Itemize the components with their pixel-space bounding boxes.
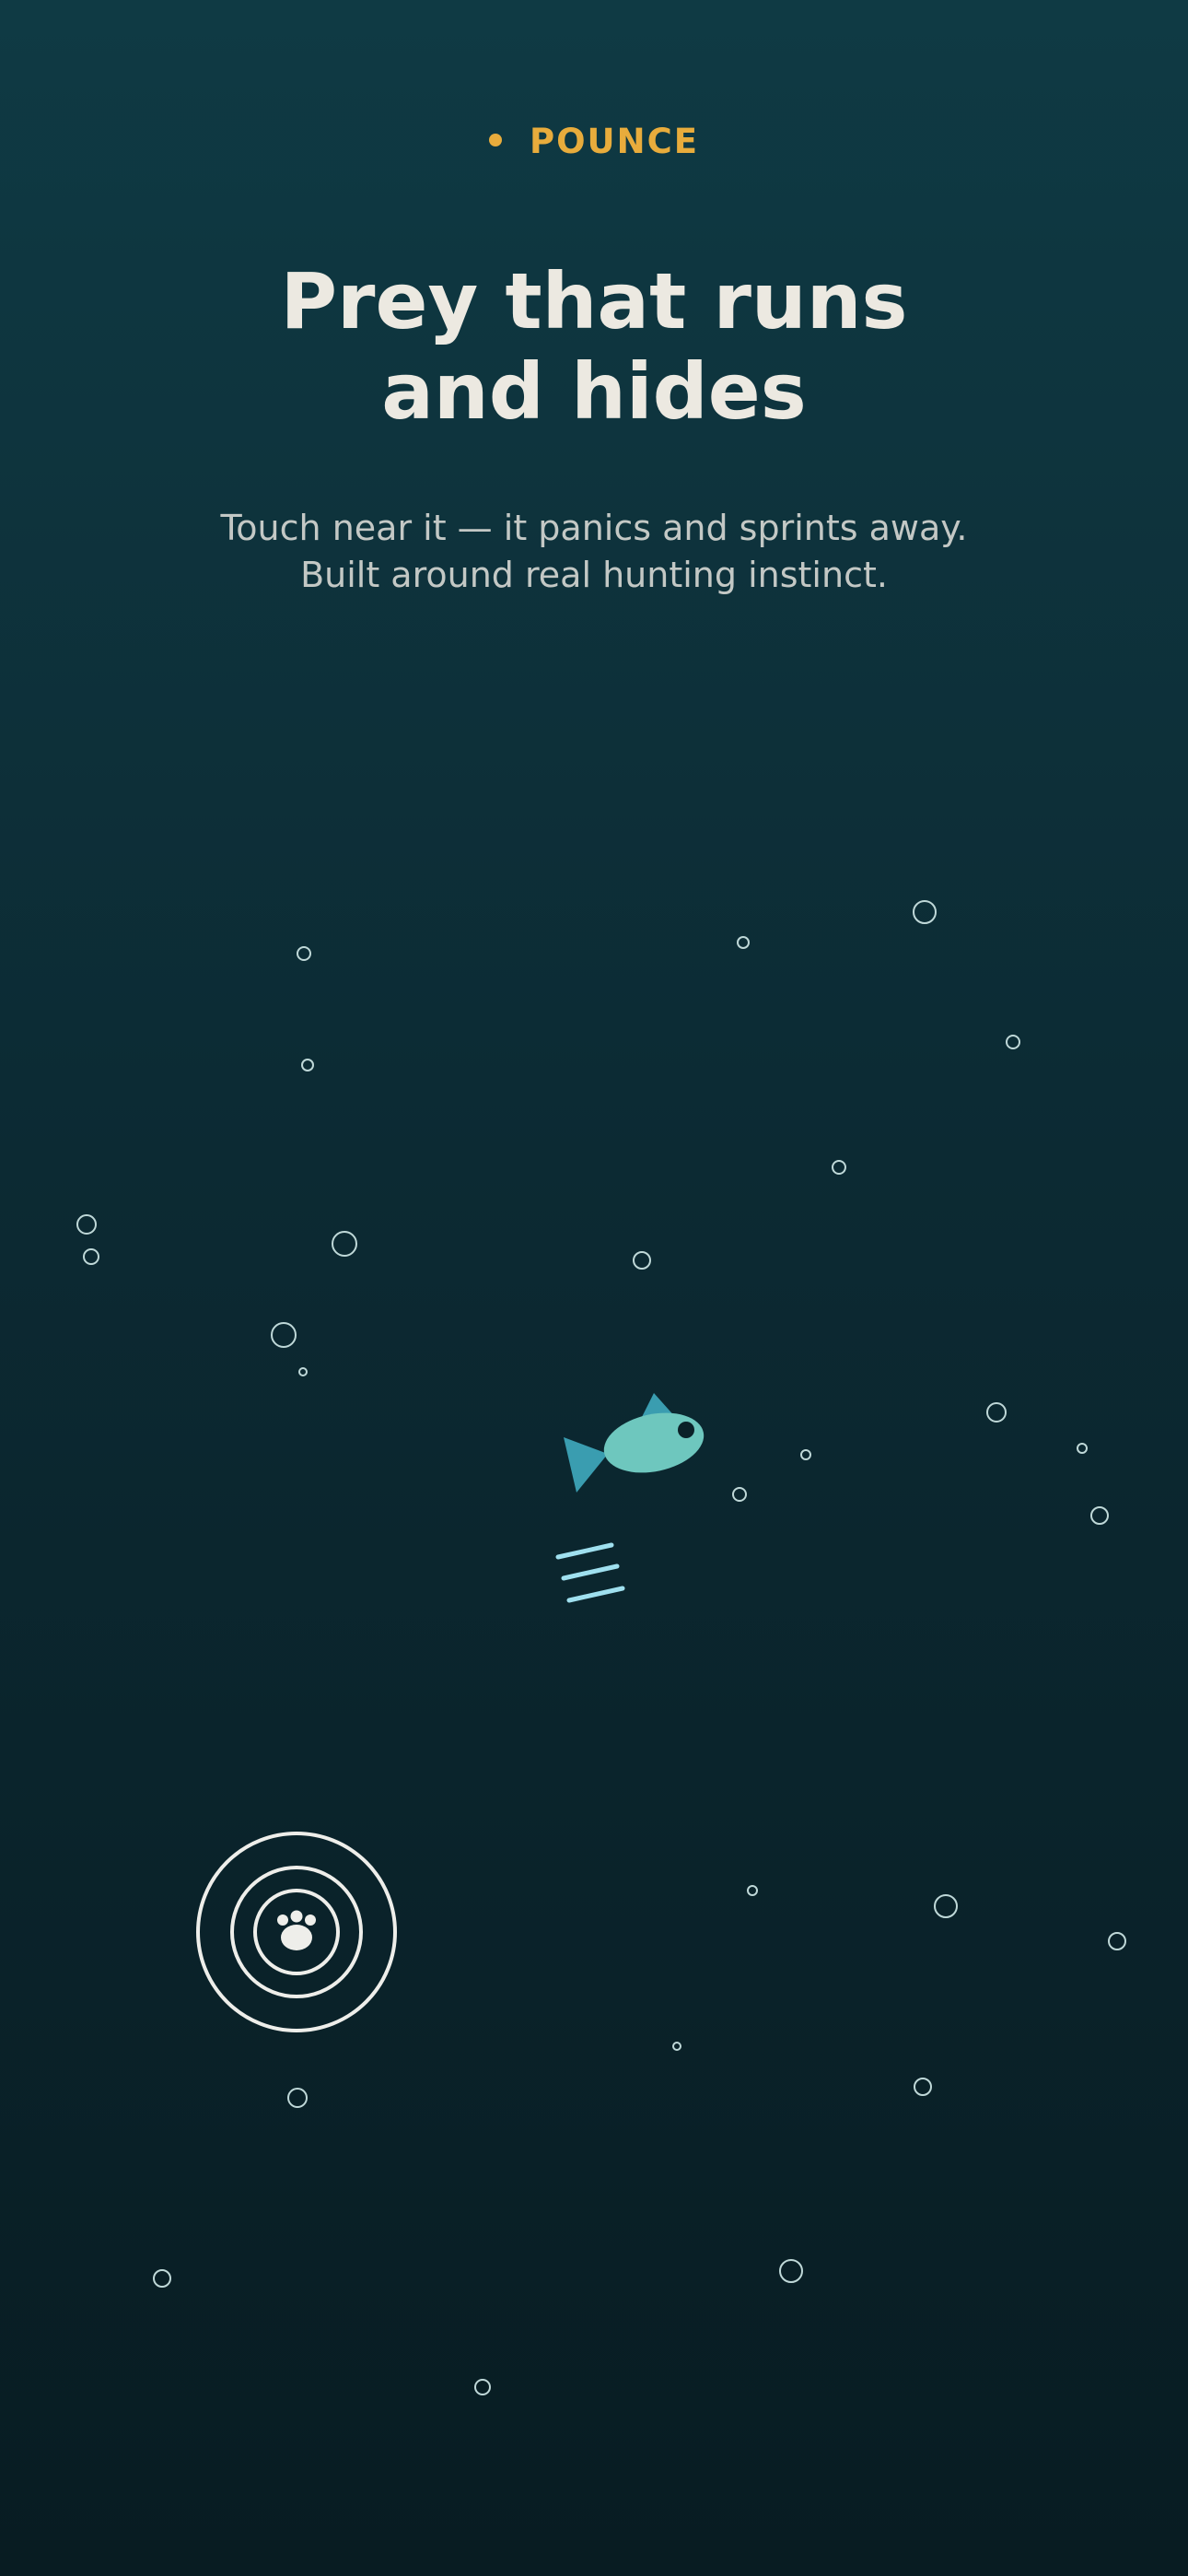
fish-icon <box>564 1393 705 1493</box>
bubble-icon <box>76 1214 97 1235</box>
bubble-icon <box>153 2269 171 2288</box>
paw-print-icon <box>277 1910 316 1950</box>
bubble-icon <box>914 2078 932 2096</box>
bubble-icon <box>301 1059 314 1071</box>
bubble-icon <box>934 1894 958 1918</box>
bubble-icon <box>332 1231 357 1257</box>
bubble-icon <box>1108 1932 1126 1950</box>
bubble-icon <box>832 1160 846 1175</box>
fish-body <box>603 1412 705 1473</box>
fish-eye <box>678 1422 694 1438</box>
bubble-icon <box>986 1402 1007 1423</box>
speed-lines-icon <box>555 1542 625 1603</box>
bubble-icon <box>633 1251 651 1270</box>
bubble-icon <box>1006 1035 1020 1049</box>
bubble-icon <box>913 900 937 924</box>
hunting-scene-illustration <box>76 900 1126 2395</box>
bubble-icon <box>271 1322 297 1348</box>
bubble-icon <box>672 2042 681 2051</box>
bubbles-group <box>76 900 1126 2395</box>
bubble-icon <box>1077 1443 1088 1454</box>
bubble-icon <box>474 2379 491 2395</box>
bubble-icon <box>297 946 311 961</box>
bubble-icon <box>779 2259 803 2283</box>
bubble-icon <box>732 1487 747 1502</box>
bubble-icon <box>1090 1506 1109 1525</box>
bubble-icon <box>737 936 750 949</box>
bubble-icon <box>800 1449 811 1460</box>
bubble-icon <box>287 2088 308 2108</box>
bubble-icon <box>298 1367 308 1376</box>
bubble-icon <box>747 1885 758 1896</box>
app-screen: { "app": { "name": "POUNCE", "brand_colo… <box>0 0 1188 2576</box>
bubble-icon <box>83 1248 99 1265</box>
fish-tail <box>564 1437 608 1493</box>
